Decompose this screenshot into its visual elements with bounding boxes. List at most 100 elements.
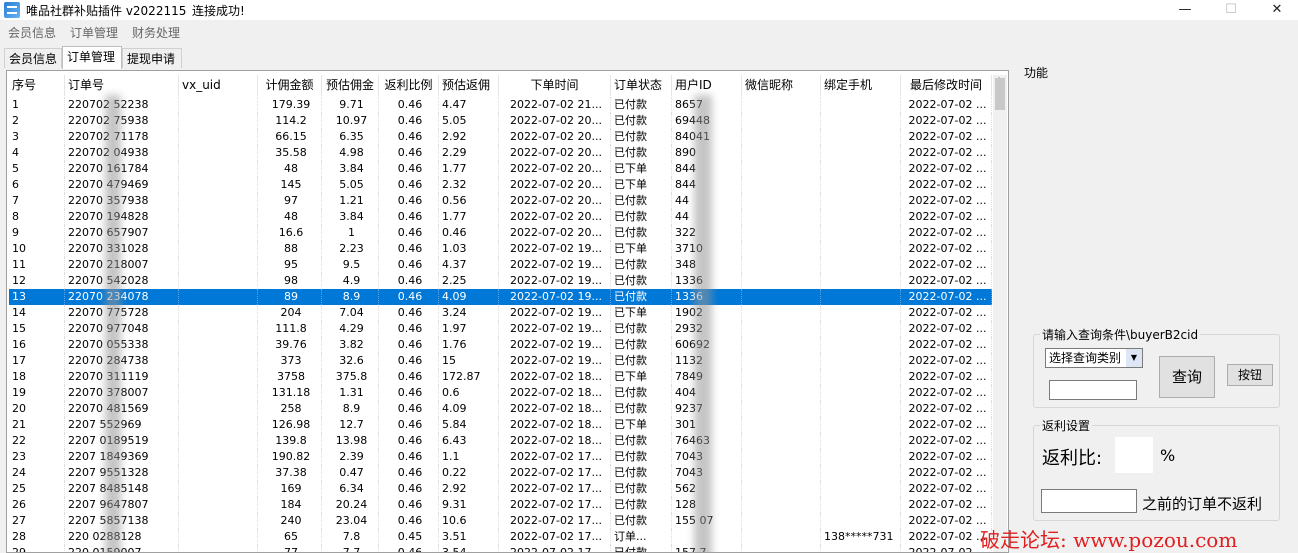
cell-vx-uid	[179, 97, 258, 113]
table-row[interactable]: 8 22070 194828 48 3.84 0.46 1.77 2022-07-02 20…	[9, 209, 992, 225]
cell-est-commission: 5.05	[322, 177, 379, 193]
header-col-commission-base[interactable]: 计佣金额	[258, 75, 322, 96]
table-row[interactable]: 14 22070 775728 204 7.04 0.46 3.24 2022-07-02 …	[9, 305, 992, 321]
table-row[interactable]: 3 220702 71178 66.15 6.35 0.46 2.92 2022-07-02…	[9, 129, 992, 145]
cell-index: 24	[9, 465, 65, 481]
cell-modified-time: 2022-07-02 ...	[901, 209, 992, 225]
table-row[interactable]: 13 22070 234078 89 8.9 0.46 4.09 2022-07-02 19…	[9, 289, 992, 305]
table-row[interactable]: 212207 552969126.9812.70.465.842022-07-0…	[9, 417, 992, 433]
table-row[interactable]: 11 22070 218007 95 9.5 0.46 4.37 2022-07-02 19…	[9, 257, 992, 273]
vertical-scrollbar[interactable]: ▲	[993, 75, 1007, 552]
header-col-rebate-ratio[interactable]: 返利比例	[379, 75, 439, 96]
header-col-wechat-nick[interactable]: 微信昵称	[742, 75, 821, 96]
table-row[interactable]: 23 2207 1849369 190.82 2.39 0.46 1.1 2022-07-0…	[9, 449, 992, 465]
cell-phone	[821, 545, 901, 552]
cell-est-commission: 8.9	[322, 289, 379, 305]
cell-modified-time: 2022-07-02 ...	[901, 481, 992, 497]
minimize-icon[interactable]: —	[1162, 0, 1208, 20]
cell-commission-base: 204	[258, 305, 322, 321]
table-row[interactable]: 17 22070 284738 373 32.6 0.46 15 2022-07-02 19…	[9, 353, 992, 369]
table-row[interactable]: 10 22070 331028 88 2.23 0.46 1.03 2022-07-02 1…	[9, 241, 992, 257]
header-col-order-status[interactable]: 订单状态	[611, 75, 672, 96]
table-row[interactable]: 2 220702 75938 114.2 10.97 0.46 5.05 2022-07-0…	[9, 113, 992, 129]
table-row[interactable]: 4 220702 04938 35.58 4.98 0.46 2.29 2022-07-02…	[9, 145, 992, 161]
rebate-ratio-input[interactable]	[1115, 437, 1153, 473]
header-col-est-rebate[interactable]: 预估返佣	[439, 75, 499, 96]
query-group: 请输入查询条件\buyerB2cid 选择查询类别 ▼ 查询 按钮	[1033, 326, 1280, 408]
cell-order-time: 2022-07-02 19...	[499, 337, 611, 353]
header-col-vx-uid[interactable]: vx_uid	[179, 75, 258, 96]
cell-phone	[821, 241, 901, 257]
table-row[interactable]: 16 22070 055338 39.76 3.82 0.46 1.76 2022-07-0…	[9, 337, 992, 353]
table-row[interactable]: 12 22070 542028 98 4.9 0.46 2.25 2022-07-02 19…	[9, 273, 992, 289]
table-row[interactable]: 5 22070 161784 48 3.84 0.46 1.77 2022-07-02 20…	[9, 161, 992, 177]
cell-order-no: 22070 194828	[65, 209, 179, 225]
header-col-order-time[interactable]: 下单时间	[499, 75, 611, 96]
header-col-est-commission[interactable]: 预估佣金	[322, 75, 379, 96]
menu-finance[interactable]: 财务处理	[132, 24, 180, 41]
cell-commission-base: 190.82	[258, 449, 322, 465]
header-col-order-no[interactable]: 订单号	[65, 75, 179, 96]
cell-modified-time: 2022-07-02 ...	[901, 161, 992, 177]
extra-button[interactable]: 按钮	[1227, 364, 1273, 386]
cell-order-time: 2022-07-02 19...	[499, 321, 611, 337]
cell-wechat-nick	[742, 353, 821, 369]
cell-est-rebate: 0.56	[439, 193, 499, 209]
cell-index: 26	[9, 497, 65, 513]
cell-wechat-nick	[742, 433, 821, 449]
table-row[interactable]: 24 2207 9551328 37.38 0.47 0.46 0.22 2022-07-0…	[9, 465, 992, 481]
cell-index: 3	[9, 129, 65, 145]
table-row[interactable]: 1 220702 52238 179.39 9.71 0.46 4.47 2022-07-0…	[9, 97, 992, 113]
order-grid[interactable]: 序号 订单号 vx_uid 计佣金额 预估佣金 返利比例 预估返佣 下单时间 订单状态 用户ID 微…	[6, 70, 1009, 553]
tab-withdraw-request[interactable]: 提现申请	[122, 48, 182, 68]
table-row[interactable]: 25 2207 8485148 169 6.34 0.46 2.92 2022-07-02 …	[9, 481, 992, 497]
table-row[interactable]: 19 22070 378007 131.18 1.31 0.46 0.6 2022-07-0…	[9, 385, 992, 401]
table-row[interactable]: 20 22070 481569 258 8.9 0.46 4.09 2022-07-02 1…	[9, 401, 992, 417]
query-button[interactable]: 查询	[1159, 356, 1215, 398]
cell-index: 21	[9, 417, 65, 433]
header-col-modified-time[interactable]: 最后修改时间	[901, 75, 992, 96]
header-col-index[interactable]: 序号	[9, 75, 65, 96]
rebate-group: 返利设置 返利比: % 之前的订单不返利	[1033, 417, 1280, 521]
menu-member-info[interactable]: 会员信息	[8, 24, 56, 41]
cell-est-commission: 9.71	[322, 97, 379, 113]
table-row[interactable]: 7 22070 357938 97 1.21 0.46 0.56 2022-07-02 20…	[9, 193, 992, 209]
menu-order-management[interactable]: 订单管理	[70, 24, 118, 41]
cell-wechat-nick	[742, 529, 821, 545]
cell-index: 20	[9, 401, 65, 417]
table-row[interactable]: 6 22070 479469 145 5.05 0.46 2.32 2022-07-02 2…	[9, 177, 992, 193]
header-col-user-id[interactable]: 用户ID	[672, 75, 742, 96]
query-type-select[interactable]: 选择查询类别 ▼	[1045, 348, 1143, 368]
cell-modified-time: 2022-07-02 ...	[901, 145, 992, 161]
tab-member-info[interactable]: 会员信息	[4, 48, 62, 68]
table-row[interactable]: 18 22070 311119 3758 375.8 0.46 172.87 2022-07…	[9, 369, 992, 385]
table-row[interactable]: 28220 0288128 657.80.453.512022-07-02 17.…	[9, 529, 992, 545]
maximize-icon[interactable]: ☐	[1208, 0, 1254, 20]
cell-est-commission: 13.98	[322, 433, 379, 449]
cell-wechat-nick	[742, 305, 821, 321]
scrollbar-thumb[interactable]	[995, 78, 1005, 110]
cell-wechat-nick	[742, 145, 821, 161]
table-row[interactable]: 22 2207 0189519 139.8 13.98 0.46 6.43 2022-07-…	[9, 433, 992, 449]
rebate-before-input[interactable]	[1041, 489, 1137, 513]
cell-phone	[821, 225, 901, 241]
header-col-phone[interactable]: 绑定手机	[821, 75, 901, 96]
table-row[interactable]: 15 22070 977048 111.8 4.29 0.46 1.97 2022-07-0…	[9, 321, 992, 337]
cell-est-commission: 3.84	[322, 209, 379, 225]
tab-order-management[interactable]: 订单管理	[62, 46, 122, 69]
grid-body: 1 220702 52238 179.39 9.71 0.46 4.47 2022-07-0…	[9, 97, 992, 552]
table-row[interactable]: 9 22070 657907 16.6 1 0.46 0.46 2022-07-02 20.…	[9, 225, 992, 241]
cell-phone	[821, 497, 901, 513]
query-input[interactable]	[1049, 380, 1137, 400]
cell-est-commission: 12.7	[322, 417, 379, 433]
table-row[interactable]: 26 2207 9647807 184 20.24 0.46 9.31 2022-07-02…	[9, 497, 992, 513]
cell-phone	[821, 465, 901, 481]
cell-index: 9	[9, 225, 65, 241]
table-row[interactable]: 27 2207 5857138 240 23.04 0.46 10.6 2022-07-02…	[9, 513, 992, 529]
cell-index: 8	[9, 209, 65, 225]
cell-order-no: 2207 552969	[65, 417, 179, 433]
cell-est-commission: 4.29	[322, 321, 379, 337]
close-icon[interactable]: ✕	[1254, 0, 1298, 20]
table-row[interactable]: 29220 0159007 777.70.463.542022-07-02 17.…	[9, 545, 992, 552]
cell-order-status: 已下单	[611, 417, 672, 433]
